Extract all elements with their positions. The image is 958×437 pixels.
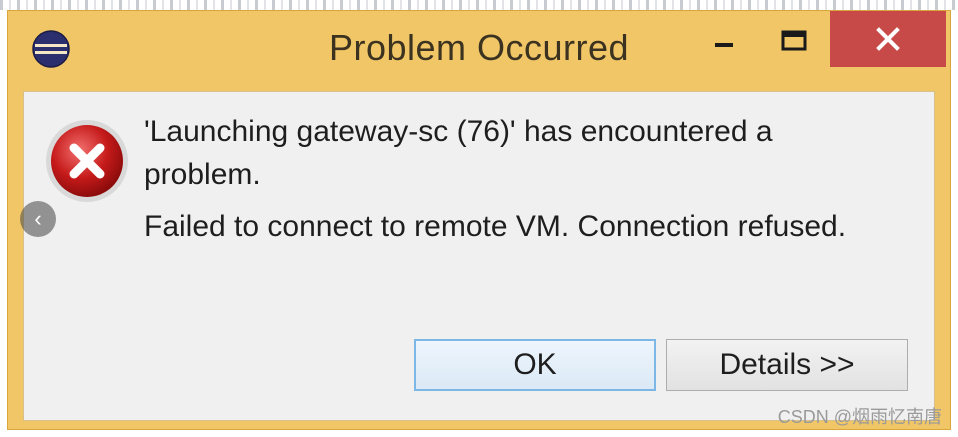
close-icon	[876, 27, 900, 51]
problem-dialog-window: Problem Occurred 'Launching gateway-sc (…	[7, 10, 951, 430]
minimize-icon	[715, 43, 733, 47]
previous-image-button[interactable]: ‹	[20, 201, 56, 237]
title-bar[interactable]: Problem Occurred	[8, 11, 950, 89]
background-app-strip	[0, 0, 958, 10]
maximize-icon	[781, 30, 807, 51]
error-detail: Failed to connect to remote VM. Connecti…	[144, 210, 847, 243]
error-message: 'Launching gateway-sc (76)' has encounte…	[144, 115, 773, 191]
minimize-button[interactable]	[698, 17, 750, 65]
watermark-text: CSDN @烟雨忆南唐	[777, 407, 942, 427]
maximize-button[interactable]	[768, 17, 820, 65]
details-button[interactable]: Details >>	[666, 339, 908, 391]
dialog-body: 'Launching gateway-sc (76)' has encounte…	[23, 91, 935, 421]
error-icon	[46, 120, 128, 202]
close-button[interactable]	[830, 11, 946, 67]
ok-button[interactable]: OK	[414, 339, 656, 391]
